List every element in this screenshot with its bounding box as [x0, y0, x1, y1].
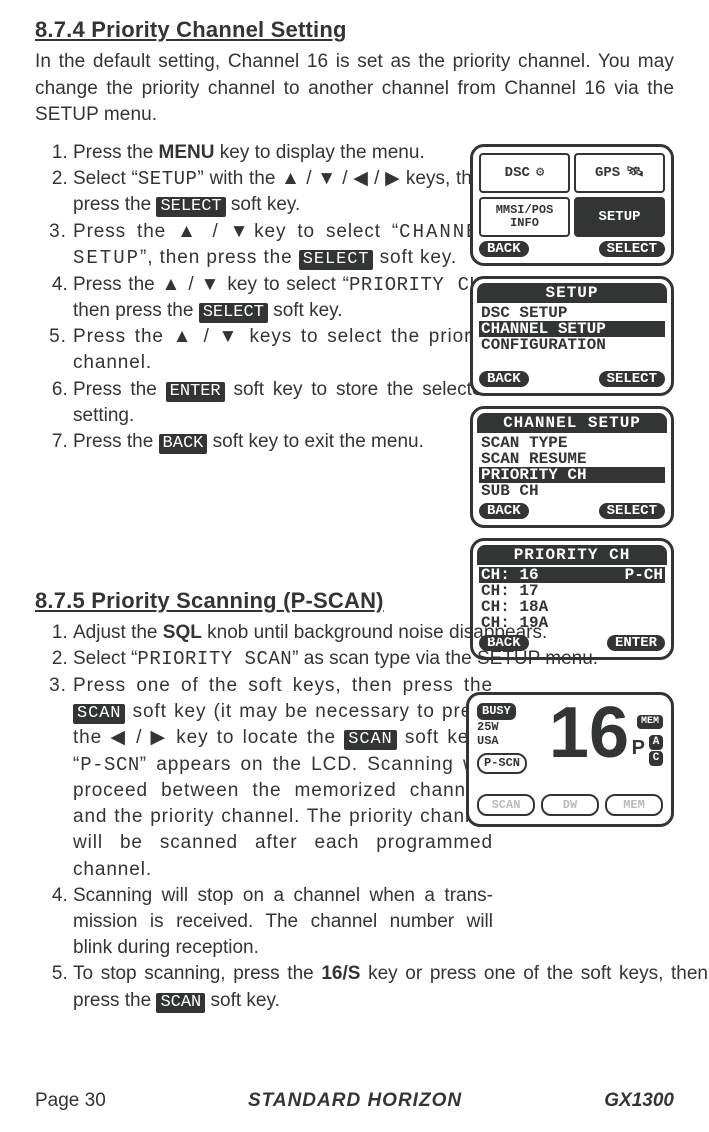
- text: To stop scanning, press the: [73, 963, 321, 984]
- lcd-stack-874: DSC⚙ GPS🛰 MMSI/POS INFO SETUP BACK SELEC…: [470, 144, 674, 660]
- text: Press the: [73, 431, 159, 452]
- lcd-cell-setup: SETUP: [574, 197, 665, 237]
- lcd-title: PRIORITY CH: [477, 545, 667, 565]
- c-indicator: C: [649, 751, 663, 766]
- busy-indicator: BUSY: [477, 703, 516, 720]
- step-874-1: Press the MENU key to display the menu.: [73, 140, 493, 166]
- lcd-select-softkey: SELECT: [599, 371, 665, 387]
- lcd-row-highlight: CH: 16P-CH: [479, 567, 665, 583]
- step-874-5: Press the ▲ / ▼ keys to select the prior…: [73, 324, 493, 376]
- mem-indicator: MEM: [637, 715, 663, 729]
- text: ”, then press the: [140, 247, 299, 268]
- lcd-softbtn-scan: SCAN: [477, 794, 535, 817]
- section-875-body: Adjust the SQL knob until background noi…: [35, 620, 674, 1014]
- text: Adjust the: [73, 622, 163, 643]
- text: Press one of the soft keys, then press t…: [73, 675, 493, 696]
- lcd-back-softkey: BACK: [479, 241, 529, 257]
- lcd-softbtn-mem: MEM: [605, 794, 663, 817]
- pscn-indicator: P-SCN: [477, 753, 527, 774]
- 16s-key: 16/S: [321, 963, 360, 984]
- enter-softkey: ENTER: [166, 382, 225, 402]
- lcd-row: SUB CH: [479, 483, 665, 499]
- text: key to display the menu.: [215, 142, 425, 163]
- lcd-menu-grid: DSC⚙ GPS🛰 MMSI/POS INFO SETUP BACK SELEC…: [470, 144, 674, 266]
- text: knob until background noise disappears.: [202, 622, 547, 643]
- lcd-back-softkey: BACK: [479, 503, 529, 519]
- text: ” as scan type via the SETUP menu.: [292, 648, 598, 669]
- step-875-4: Scanning will stop on a channel when a t…: [73, 883, 493, 962]
- section-874-body: Press the MENU key to display the menu. …: [35, 140, 674, 456]
- sql-knob: SQL: [163, 622, 202, 643]
- step-875-1: Adjust the SQL knob until background noi…: [73, 620, 708, 646]
- lcd-softbtn-dw: DW: [541, 794, 599, 817]
- step-874-4: Press the ▲ / ▼ key to select “PRIORITY …: [73, 272, 493, 325]
- brand-logo: STANDARD HORIZON: [248, 1088, 462, 1114]
- lcd-back-softkey: BACK: [479, 371, 529, 387]
- lcd-title: SETUP: [477, 283, 667, 303]
- section-874-intro: In the default setting, Channel 16 is se…: [35, 49, 674, 128]
- lcd-setup-menu: SETUP DSC SETUP CHANNEL SETUP CONFIGURAT…: [470, 276, 674, 396]
- priority-scan-text: PRIORITY SCAN: [137, 648, 292, 670]
- channel-number: 16: [549, 697, 629, 769]
- scan-softkey: SCAN: [156, 993, 205, 1013]
- scan-softkey: SCAN: [344, 730, 396, 750]
- lcd-row-highlight: PRIORITY CH: [479, 467, 665, 483]
- lcd-row: CH: 17: [479, 583, 665, 599]
- text: Select “: [73, 168, 138, 189]
- lcd-select-softkey: SELECT: [599, 503, 665, 519]
- scan-softkey: SCAN: [73, 704, 125, 724]
- select-softkey: SELECT: [156, 197, 225, 217]
- lcd-row: SCAN TYPE: [479, 435, 665, 451]
- step-874-2: Select “SETUP” with the ▲ / ▼ / ◀ / ▶ ke…: [73, 166, 493, 219]
- lcd-row-highlight: CHANNEL SETUP: [479, 321, 665, 337]
- a-indicator: A: [649, 735, 663, 750]
- lcd-cell-dsc: DSC⚙: [479, 153, 570, 193]
- lcd-channel-setup-menu: CHANNEL SETUP SCAN TYPE SCAN RESUME PRIO…: [470, 406, 674, 528]
- step-874-6: Press the ENTER soft key to store the se…: [73, 377, 493, 430]
- lcd-title: CHANNEL SETUP: [477, 413, 667, 433]
- menu-key: MENU: [159, 142, 215, 163]
- region-indicator: USA: [477, 733, 499, 750]
- lcd-cell-gps: GPS🛰: [574, 153, 665, 193]
- p-indicator: P: [632, 735, 645, 763]
- section-heading-874: 8.7.4 Priority Channel Setting: [35, 15, 674, 45]
- lcd-row: CONFIGURATION: [479, 337, 665, 353]
- setup-text: SETUP: [138, 168, 198, 190]
- text: soft key.: [268, 300, 343, 321]
- step-874-7: Press the BACK soft key to exit the menu…: [73, 429, 493, 455]
- page-number: Page 30: [35, 1088, 106, 1114]
- step-875-3: Press one of the soft keys, then press t…: [73, 673, 493, 883]
- text: Press the ▲ / ▼ key to select “: [73, 274, 349, 295]
- lcd-row: CH: 18A: [479, 599, 665, 615]
- text: soft key.: [373, 247, 457, 268]
- lcd-cell-mmsi: MMSI/POS INFO: [479, 197, 570, 237]
- lcd-main-display: BUSY 25W USA P-SCN 16 MEM P A C SCAN DW …: [466, 692, 674, 827]
- model-number: GX1300: [604, 1088, 674, 1114]
- select-softkey: SELECT: [299, 250, 374, 270]
- select-softkey: SELECT: [199, 303, 268, 323]
- text: Select “: [73, 648, 137, 669]
- step-875-2: Select “PRIORITY SCAN” as scan type via …: [73, 646, 708, 672]
- priority-ch-text: PRIORITY CH: [349, 274, 481, 296]
- text: soft key.: [205, 990, 280, 1011]
- lcd-select-softkey: SELECT: [599, 241, 665, 257]
- lcd-row: SCAN RESUME: [479, 451, 665, 467]
- back-softkey: BACK: [159, 434, 208, 454]
- text: soft key.: [226, 194, 301, 215]
- step-874-3: Press the ▲ / ▼key to select “CHANNEL SE…: [73, 219, 493, 272]
- text: Press the: [73, 142, 159, 163]
- lcd-row: DSC SETUP: [479, 305, 665, 321]
- text: Press the: [73, 379, 166, 400]
- lcd-big-wrap: BUSY 25W USA P-SCN 16 MEM P A C SCAN DW …: [466, 692, 674, 827]
- page-footer: Page 30 STANDARD HORIZON GX1300: [35, 1088, 674, 1114]
- step-875-5: To stop scanning, press the 16/S key or …: [73, 961, 708, 1014]
- text: Press the ▲ / ▼key to select “: [73, 221, 399, 242]
- text: soft key to exit the menu.: [207, 431, 424, 452]
- pscn-text: P-SCN: [80, 754, 140, 776]
